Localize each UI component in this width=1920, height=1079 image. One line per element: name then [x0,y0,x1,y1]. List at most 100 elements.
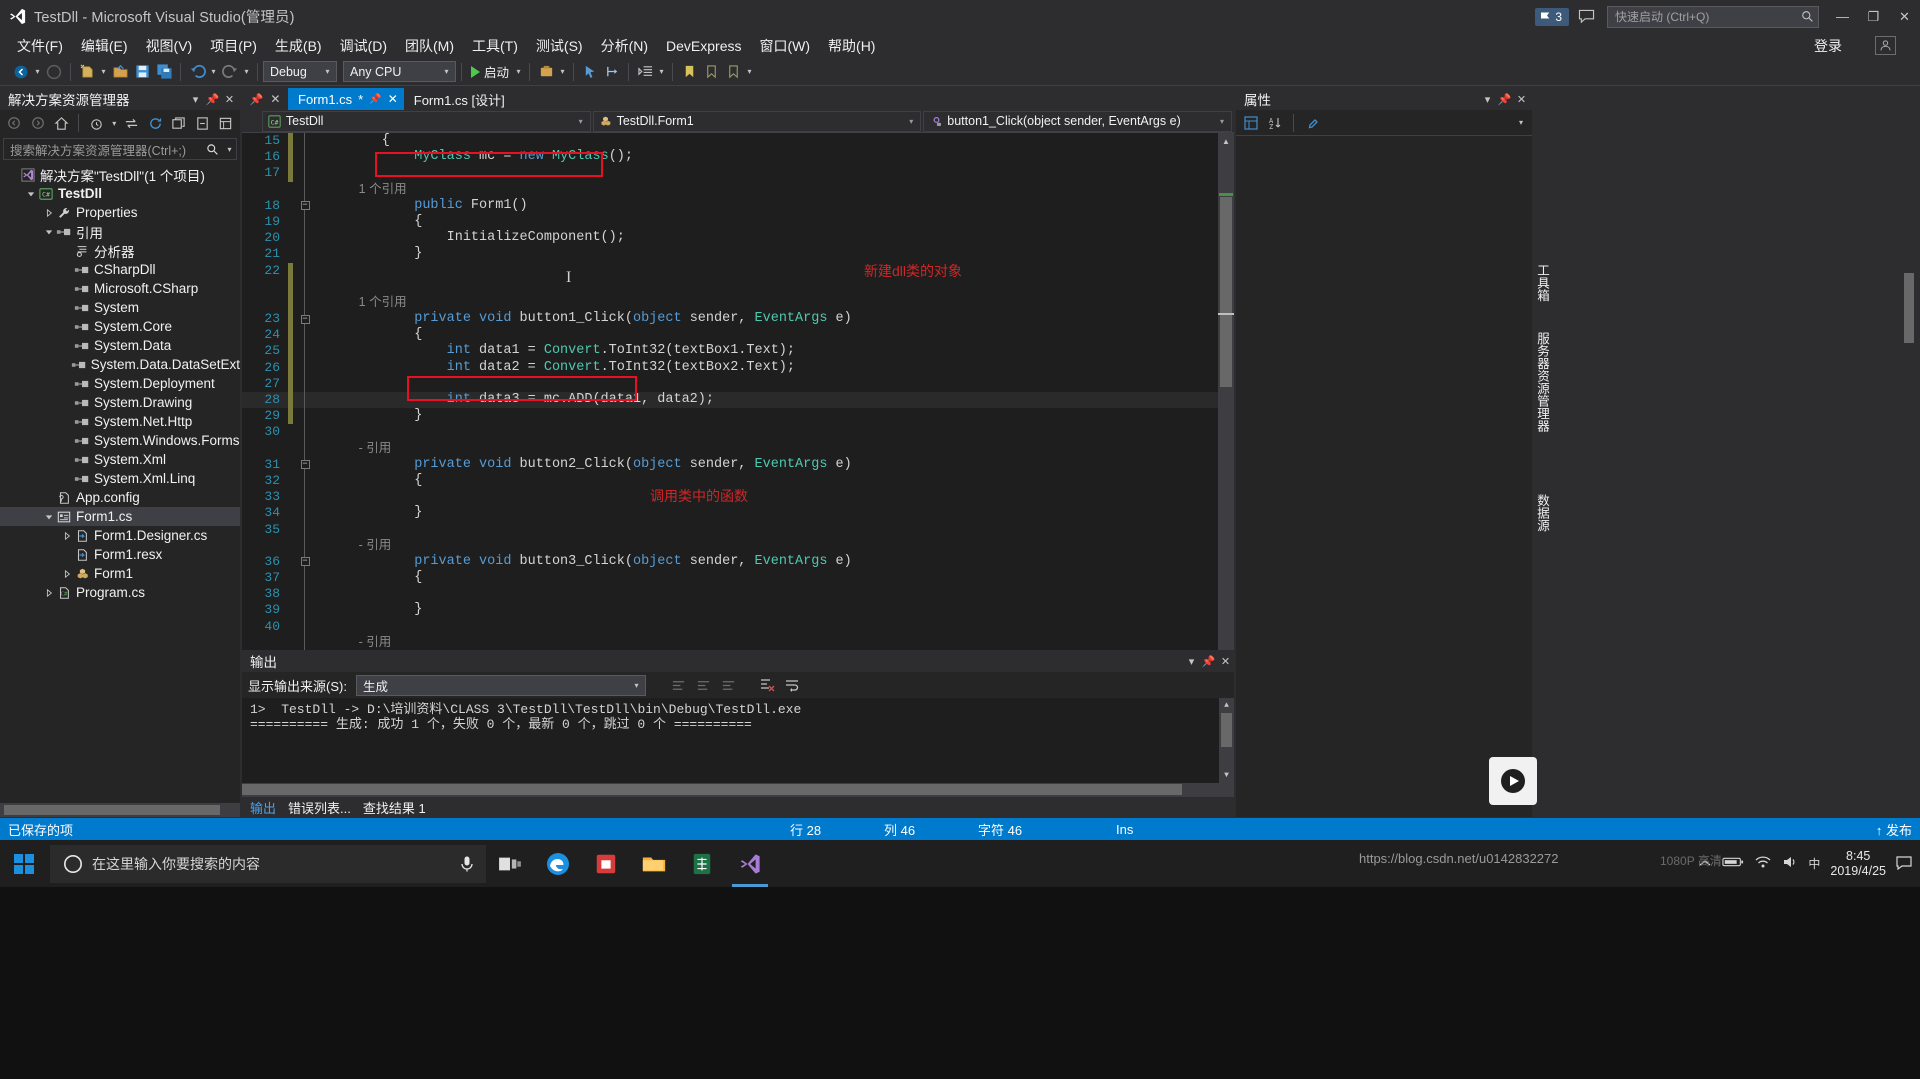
navigate-backward-icon[interactable] [10,61,32,83]
code-line[interactable]: 20 InitializeComponent(); [242,230,1234,247]
se-back-icon[interactable] [3,112,25,134]
navigate-forward-icon[interactable] [43,61,65,83]
output-pin-icon[interactable]: 📌 [1200,652,1217,670]
battery-icon[interactable] [1722,856,1744,871]
expand-arrow-icon[interactable] [60,526,73,545]
save-icon[interactable] [131,61,153,83]
tree-item-system.xml[interactable]: System.Xml [0,450,240,469]
tree-item-form1.cs[interactable]: Form1.cs [0,507,240,526]
navbar-member-combo[interactable]: button1_Click(object sender, EventArgs e… [923,110,1233,132]
vtab-toolbox[interactable]: 工具箱 [1534,258,1554,308]
tab-error-list[interactable]: 错误列表... [288,798,351,817]
tree-item--testdll-1-[interactable]: 解决方案"TestDll"(1 个项目) [0,165,240,184]
collapse-arrow-icon[interactable] [42,507,55,526]
properties-close-icon[interactable]: ✕ [1513,90,1530,108]
editor-tab-form1-designer[interactable]: Form1.cs [设计] [403,88,511,110]
code-line[interactable]: 30 [242,424,1234,441]
bookmark-next-icon[interactable] [700,61,722,83]
indent-dropdown[interactable]: ▾ [656,61,667,83]
redo-dropdown[interactable]: ▾ [241,61,252,83]
attach-process-icon[interactable] [535,61,557,83]
tree-item--[interactable]: 引用 [0,222,240,241]
redo-icon[interactable] [219,61,241,83]
menu-item-tools[interactable]: 工具(T) [463,33,527,59]
solution-explorer-search-input[interactable]: 搜索解决方案资源管理器(Ctrl+;) ▾ [3,138,237,160]
menu-item-help[interactable]: 帮助(H) [819,33,884,59]
expand-arrow-icon[interactable] [42,203,55,222]
code-line[interactable]: 15 { [242,133,1234,150]
se-collapse-all-icon[interactable] [191,112,213,134]
quick-launch-input[interactable]: 快速启动 (Ctrl+Q) [1607,5,1819,28]
code-line[interactable]: 37 { [242,570,1234,587]
se-refresh-icon[interactable] [144,112,166,134]
output-close-icon[interactable]: ✕ [1217,652,1234,670]
code-line[interactable]: 1 个引用 [242,181,1234,198]
visual-studio-taskbar-icon[interactable] [726,840,774,887]
microsoft-store-icon[interactable] [582,840,630,887]
account-icon[interactable] [1875,36,1896,55]
tree-item-testdll[interactable]: C# TestDll [0,184,240,203]
step-into-icon[interactable] [601,61,623,83]
navbar-type-combo[interactable]: TestDll.Form1 ▾ [592,110,922,132]
code-line[interactable]: 19 { [242,213,1234,231]
se-show-all-files-icon[interactable] [168,112,190,134]
code-line[interactable]: 29 } [242,408,1234,425]
output-hscroll-thumb[interactable] [242,784,1182,795]
start-debug-dropdown[interactable]: ▾ [513,61,524,83]
se-forward-icon[interactable] [26,112,48,134]
menu-item-analyze[interactable]: 分析(N) [592,33,657,59]
code-line[interactable]: 39 } [242,602,1234,619]
restore-button[interactable]: ❐ [1858,0,1889,33]
output-word-wrap-icon[interactable] [781,674,803,696]
vtab-server-explorer[interactable]: 服务器资源管理器 [1534,326,1554,438]
code-line[interactable]: 25 int data1 = Convert.ToInt32(textBox1.… [242,343,1234,360]
tree-item-system.deployment[interactable]: System.Deployment [0,374,240,393]
menu-item-view[interactable]: 视图(V) [137,33,202,59]
input-method-icon[interactable]: 中 [1808,855,1820,872]
output-vscrollbar[interactable]: ▲ ▼ [1219,698,1234,783]
output-find-prev-icon[interactable] [718,674,740,696]
tree-item-system.data.datasetext[interactable]: System.Data.DataSetExt [0,355,240,374]
properties-dropdown-icon[interactable]: ▾ [1479,90,1496,108]
navigate-backward-dropdown[interactable]: ▾ [32,61,43,83]
se-sync-icon[interactable] [121,112,143,134]
properties-page-icon[interactable] [1301,112,1323,134]
se-search-dropdown-icon[interactable]: ▾ [223,145,236,154]
output-vscroll-thumb[interactable] [1221,713,1232,747]
tree-item-form1.resx[interactable]: Form1.resx [0,545,240,564]
status-publish-button[interactable]: ↑ 发布 [1876,820,1912,839]
tab-find-results[interactable]: 查找结果 1 [363,798,426,817]
menu-item-edit[interactable]: 编辑(E) [72,33,137,59]
platform-combo[interactable]: Any CPU ▾ [343,61,456,82]
tree-item-csharpdll[interactable]: CSharpDll [0,260,240,279]
code-line[interactable]: 23− private void button1_Click(object se… [242,311,1234,328]
code-line[interactable]: 24 { [242,327,1234,344]
output-find-next-icon[interactable] [693,674,715,696]
bookmark-dropdown[interactable]: ▾ [744,61,755,83]
code-line[interactable]: 22 [242,262,1234,279]
editor-tab-form1-cs[interactable]: Form1.cs * 📌 ✕ [288,88,404,110]
menu-item-devexpress[interactable]: DevExpress [657,35,750,57]
code-line[interactable]: - 引用 [242,440,1234,457]
code-line[interactable]: 28 int data3 = mc.ADD(data1, data2); [242,392,1234,409]
code-line[interactable]: 27 [242,375,1234,392]
code-line[interactable]: 18− public Form1() [242,197,1234,214]
file-explorer-icon[interactable] [630,840,678,887]
code-line[interactable]: 17 [242,165,1234,182]
taskbar-search-input[interactable]: 在这里输入你要搜索的内容 [50,844,486,883]
tree-item-form1.designer.cs[interactable]: Form1.Designer.cs [0,526,240,545]
code-line[interactable] [242,278,1234,295]
menu-item-file[interactable]: 文件(F) [8,33,72,59]
code-line[interactable]: 16 MyClass mc = new MyClass(); [242,149,1234,166]
tab-output[interactable]: 输出 [250,798,276,817]
se-pending-changes-icon[interactable] [85,112,107,134]
menu-item-team[interactable]: 团队(M) [396,33,463,59]
expand-arrow-icon[interactable] [42,583,55,602]
start-debug-button[interactable]: 启动 [467,61,513,83]
code-line[interactable]: 38 [242,586,1234,603]
code-line[interactable]: 36− private void button3_Click(object se… [242,553,1234,571]
tree-item-system.windows.forms[interactable]: System.Windows.Forms [0,431,240,450]
tree-item-form1[interactable]: Form1 [0,564,240,583]
properties-scroll-dropdown[interactable]: ▾ [1510,112,1532,134]
pointer-select-icon[interactable] [579,61,601,83]
